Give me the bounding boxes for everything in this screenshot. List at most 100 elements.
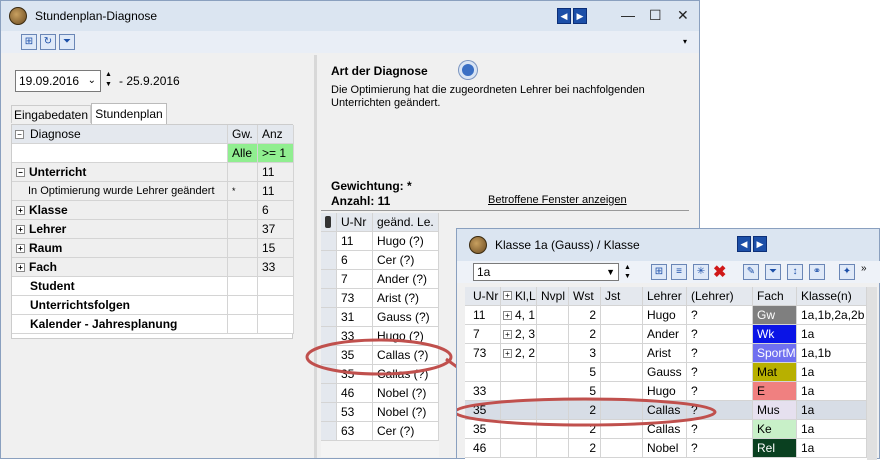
class-row-wst[interactable]: 2 (569, 401, 601, 420)
tree-row-label[interactable]: + Klasse (12, 201, 228, 220)
class-row-unr[interactable]: 35 (469, 420, 501, 439)
lesson-row-teacher[interactable]: Nobel (?) (373, 384, 439, 403)
class-row-fach[interactable]: Mus (753, 401, 797, 420)
sort-icon[interactable]: ↕ (787, 264, 803, 280)
filter-icon[interactable]: ⏷ (59, 34, 75, 50)
lesson-row-unr[interactable]: 63 (337, 422, 373, 441)
expand-icon[interactable]: + (503, 311, 512, 320)
list-icon[interactable]: ≡ (671, 264, 687, 280)
info-icon[interactable] (459, 61, 477, 79)
class-row-lehrer2[interactable]: ? (687, 306, 753, 325)
expand-icon[interactable]: + (16, 206, 25, 216)
class-row-jst[interactable] (601, 420, 643, 439)
report-icon[interactable]: ✎ (743, 264, 759, 280)
overflow-chevron-icon[interactable]: » (861, 263, 867, 274)
class-row-wst[interactable]: 2 (569, 439, 601, 458)
class-row-fach[interactable]: Ke (753, 420, 797, 439)
lesson-row-unr[interactable]: 35 (337, 346, 373, 365)
lesson-row-teacher[interactable]: Gauss (?) (373, 308, 439, 327)
minimize-button[interactable]: — (621, 7, 635, 23)
lesson-row-teacher[interactable]: Hugo (?) (373, 232, 439, 251)
close-button[interactable]: ✕ (677, 7, 689, 24)
class-row-nvpl[interactable] (537, 439, 569, 458)
class-row-nvpl[interactable] (537, 306, 569, 325)
maximize-button[interactable]: ☐ (649, 7, 662, 24)
class-row-wst[interactable]: 2 (569, 325, 601, 344)
class-row-lehrer2[interactable]: ? (687, 382, 753, 401)
class-row-klasse[interactable]: 1a (797, 401, 867, 420)
class-row-lehrer[interactable]: Ander (643, 325, 687, 344)
title-bar[interactable]: Stundenplan-Diagnose ◀ ▶ — ☐ ✕ (1, 1, 699, 31)
class-row-jst[interactable] (601, 363, 643, 382)
class-row-jst[interactable] (601, 306, 643, 325)
class-row-lehrer[interactable]: Nobel (643, 439, 687, 458)
next-window-button[interactable]: ▶ (573, 8, 587, 24)
lesson-row-selector[interactable] (321, 422, 337, 441)
grid-settings-icon[interactable]: ⊞ (21, 34, 37, 50)
expand-icon[interactable]: + (16, 263, 25, 273)
class-prev-button[interactable]: ◀ (737, 236, 751, 252)
lesson-row-selector[interactable] (321, 289, 337, 308)
class-header-unr[interactable]: U-Nr (469, 287, 501, 306)
class-row-lehrer[interactable]: Callas (643, 401, 687, 420)
tree-row-label[interactable]: Student (12, 277, 228, 296)
lesson-row-selector[interactable] (321, 308, 337, 327)
tree-header-gw[interactable]: Gw. (228, 125, 258, 144)
class-row-lehrer2[interactable]: ? (687, 363, 753, 382)
dropdown-arrow-icon[interactable]: ▼ (606, 264, 615, 280)
class-row-kl[interactable] (501, 382, 537, 401)
lesson-row-teacher[interactable]: Ander (?) (373, 270, 439, 289)
class-row-nvpl[interactable] (537, 420, 569, 439)
class-row-kl[interactable] (501, 401, 537, 420)
expand-icon[interactable]: + (16, 244, 25, 254)
lesson-row-unr[interactable]: 6 (337, 251, 373, 270)
lesson-row-selector[interactable] (321, 327, 337, 346)
class-row-lehrer[interactable]: Arist (643, 344, 687, 363)
class-row-lehrer[interactable]: Hugo (643, 382, 687, 401)
lesson-row-unr[interactable]: 11 (337, 232, 373, 251)
tree-row-label[interactable]: Kalender - Jahresplanung (12, 315, 228, 334)
class-row-nvpl[interactable] (537, 325, 569, 344)
expand-icon[interactable]: + (16, 225, 25, 235)
expand-icon[interactable]: + (503, 291, 512, 300)
link-icon[interactable]: ⚭ (809, 264, 825, 280)
lesson-row-teacher[interactable]: Callas (?) (373, 365, 439, 384)
lesson-row-selector[interactable] (321, 403, 337, 422)
delete-icon[interactable]: ✖ (713, 262, 726, 282)
class-row-nvpl[interactable] (537, 401, 569, 420)
class-header-klasse[interactable]: Klasse(n) (797, 287, 867, 306)
lesson-header-le[interactable]: geänd. Le. (373, 213, 439, 232)
class-row-klasse[interactable]: 1a,1b (797, 344, 867, 363)
splitter[interactable] (314, 55, 317, 458)
class-row-unr[interactable]: 35 (469, 401, 501, 420)
app-clock-icon[interactable] (9, 7, 27, 25)
class-row-fach[interactable]: Rel (753, 439, 797, 458)
class-title-bar[interactable]: Klasse 1a (Gauss) / Klasse ◀ ▶ (457, 229, 879, 261)
class-row-nvpl[interactable] (537, 344, 569, 363)
class-row-wst[interactable]: 5 (569, 363, 601, 382)
class-scrollbar[interactable] (867, 287, 877, 460)
lesson-row-teacher[interactable]: Cer (?) (373, 422, 439, 441)
lesson-row-unr[interactable]: 73 (337, 289, 373, 308)
class-row-unr[interactable] (469, 363, 501, 382)
chevron-down-icon[interactable]: ⌄ (88, 71, 96, 91)
lesson-row-unr[interactable]: 35 (337, 365, 373, 384)
expand-icon[interactable]: + (503, 330, 512, 339)
tab-eingabedaten[interactable]: Eingabedaten (11, 105, 91, 123)
lesson-row-unr[interactable]: 46 (337, 384, 373, 403)
tree-header-anz[interactable]: Anz (258, 125, 294, 144)
lesson-row-selector[interactable] (321, 365, 337, 384)
lesson-row-teacher[interactable]: Arist (?) (373, 289, 439, 308)
tab-stundenplan[interactable]: Stundenplan (91, 103, 167, 124)
tree-collapse-icon[interactable]: − (15, 130, 24, 139)
class-row-wst[interactable]: 3 (569, 344, 601, 363)
class-row-kl[interactable] (501, 420, 537, 439)
class-row-lehrer[interactable]: Callas (643, 420, 687, 439)
tree-row-label[interactable]: In Optimierung wurde Lehrer geändert (12, 182, 228, 201)
class-row-unr[interactable]: 11 (469, 306, 501, 325)
class-header-nvpl[interactable]: Nvpl (537, 287, 569, 306)
lesson-row-unr[interactable]: 33 (337, 327, 373, 346)
class-row-wst[interactable]: 2 (569, 420, 601, 439)
class-row-lehrer[interactable]: Gauss (643, 363, 687, 382)
collapse-icon[interactable]: − (16, 168, 25, 178)
